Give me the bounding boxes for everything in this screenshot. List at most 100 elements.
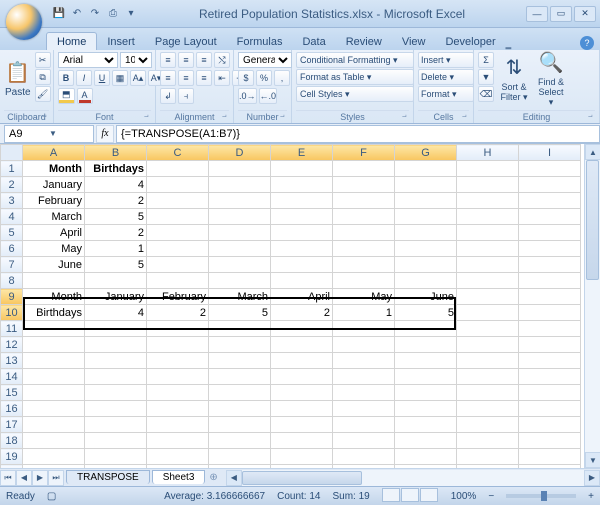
format-painter-button[interactable]: 🖌 <box>35 86 51 102</box>
row-header-5[interactable]: 5 <box>1 225 23 241</box>
cell-D7[interactable] <box>209 257 271 273</box>
row-header-1[interactable]: 1 <box>1 161 23 177</box>
cell-C9[interactable]: February <box>147 289 209 305</box>
qat-undo-icon[interactable]: ↶ <box>70 7 84 21</box>
cell-G15[interactable] <box>395 385 457 401</box>
scroll-up-button[interactable]: ▲ <box>585 144 600 160</box>
row-header-14[interactable]: 14 <box>1 369 23 385</box>
cell-C12[interactable] <box>147 337 209 353</box>
cell-H7[interactable] <box>457 257 519 273</box>
cell-A5[interactable]: April <box>23 225 85 241</box>
bold-button[interactable]: B <box>58 70 74 86</box>
tab-nav-first[interactable]: ⏮ <box>0 470 16 486</box>
cell-E8[interactable] <box>271 273 333 289</box>
cell-E11[interactable] <box>271 321 333 337</box>
cell-G17[interactable] <box>395 417 457 433</box>
chevron-down-icon[interactable]: ▼ <box>49 129 89 138</box>
cell-I17[interactable] <box>519 417 581 433</box>
column-header-D[interactable]: D <box>209 145 271 161</box>
cell-A20[interactable] <box>23 465 85 469</box>
column-header-G[interactable]: G <box>395 145 457 161</box>
sheet-tab-transpose[interactable]: TRANSPOSE <box>66 470 150 484</box>
cell-H13[interactable] <box>457 353 519 369</box>
cell-A19[interactable] <box>23 449 85 465</box>
cell-H19[interactable] <box>457 449 519 465</box>
column-header-C[interactable]: C <box>147 145 209 161</box>
cell-G3[interactable] <box>395 193 457 209</box>
qat-print-icon[interactable]: ⎙ <box>106 7 120 21</box>
cell-C11[interactable] <box>147 321 209 337</box>
cell-I1[interactable] <box>519 161 581 177</box>
cell-A12[interactable] <box>23 337 85 353</box>
cell-B16[interactable] <box>85 401 147 417</box>
cell-C10[interactable]: 2 <box>147 305 209 321</box>
cell-A13[interactable] <box>23 353 85 369</box>
insert-cells-button[interactable]: Insert ▾ <box>418 52 474 68</box>
close-button[interactable]: ✕ <box>574 6 596 22</box>
column-header-E[interactable]: E <box>271 145 333 161</box>
row-header-17[interactable]: 17 <box>1 417 23 433</box>
worksheet-grid[interactable]: ABCDEFGHI1MonthBirthdays2January43Februa… <box>0 144 584 468</box>
cell-A14[interactable] <box>23 369 85 385</box>
cell-G16[interactable] <box>395 401 457 417</box>
tab-data[interactable]: Data <box>292 33 335 50</box>
font-name-select[interactable]: Arial <box>58 52 118 68</box>
zoom-out-button[interactable]: − <box>488 491 494 502</box>
cell-E1[interactable] <box>271 161 333 177</box>
cell-F3[interactable] <box>333 193 395 209</box>
cell-A17[interactable] <box>23 417 85 433</box>
cell-E18[interactable] <box>271 433 333 449</box>
cell-D12[interactable] <box>209 337 271 353</box>
cell-I18[interactable] <box>519 433 581 449</box>
qat-more-icon[interactable]: ▾ <box>124 7 138 21</box>
cell-F6[interactable] <box>333 241 395 257</box>
row-header-7[interactable]: 7 <box>1 257 23 273</box>
cell-D11[interactable] <box>209 321 271 337</box>
cell-D15[interactable] <box>209 385 271 401</box>
cell-B11[interactable] <box>85 321 147 337</box>
autosum-button[interactable]: Σ <box>478 52 494 68</box>
cell-F9[interactable]: May <box>333 289 395 305</box>
currency-button[interactable]: $ <box>238 70 254 86</box>
row-header-18[interactable]: 18 <box>1 433 23 449</box>
row-header-11[interactable]: 11 <box>1 321 23 337</box>
orientation-button[interactable]: ⤭ <box>214 52 230 68</box>
cell-F2[interactable] <box>333 177 395 193</box>
tab-formulas[interactable]: Formulas <box>227 33 293 50</box>
grow-font-button[interactable]: A▴ <box>130 70 146 86</box>
comma-button[interactable]: , <box>274 70 290 86</box>
cell-E4[interactable] <box>271 209 333 225</box>
cell-C3[interactable] <box>147 193 209 209</box>
tab-nav-last[interactable]: ⏭ <box>48 470 64 486</box>
cell-I3[interactable] <box>519 193 581 209</box>
merge-center-button[interactable]: ⫞ <box>178 88 194 104</box>
cell-C16[interactable] <box>147 401 209 417</box>
tab-home[interactable]: Home <box>46 32 97 50</box>
vertical-scrollbar[interactable]: ▲ ▼ <box>584 144 600 468</box>
cell-D9[interactable]: March <box>209 289 271 305</box>
cell-I14[interactable] <box>519 369 581 385</box>
sheet-tab-sheet3[interactable]: Sheet3 <box>152 470 206 484</box>
column-header-H[interactable]: H <box>457 145 519 161</box>
cell-C15[interactable] <box>147 385 209 401</box>
cell-H17[interactable] <box>457 417 519 433</box>
minimize-ribbon-icon[interactable]: ‗ <box>506 39 512 50</box>
cell-C18[interactable] <box>147 433 209 449</box>
cell-A16[interactable] <box>23 401 85 417</box>
cell-I10[interactable] <box>519 305 581 321</box>
cell-I8[interactable] <box>519 273 581 289</box>
cell-F15[interactable] <box>333 385 395 401</box>
cell-styles-button[interactable]: Cell Styles ▾ <box>296 86 414 102</box>
cell-E9[interactable]: April <box>271 289 333 305</box>
cell-B15[interactable] <box>85 385 147 401</box>
cell-H15[interactable] <box>457 385 519 401</box>
cell-B18[interactable] <box>85 433 147 449</box>
cell-D16[interactable] <box>209 401 271 417</box>
office-button[interactable] <box>6 4 42 40</box>
cell-A6[interactable]: May <box>23 241 85 257</box>
column-header-A[interactable]: A <box>23 145 85 161</box>
cell-B12[interactable] <box>85 337 147 353</box>
cell-D8[interactable] <box>209 273 271 289</box>
row-header-8[interactable]: 8 <box>1 273 23 289</box>
align-right-button[interactable]: ≡ <box>196 70 212 86</box>
